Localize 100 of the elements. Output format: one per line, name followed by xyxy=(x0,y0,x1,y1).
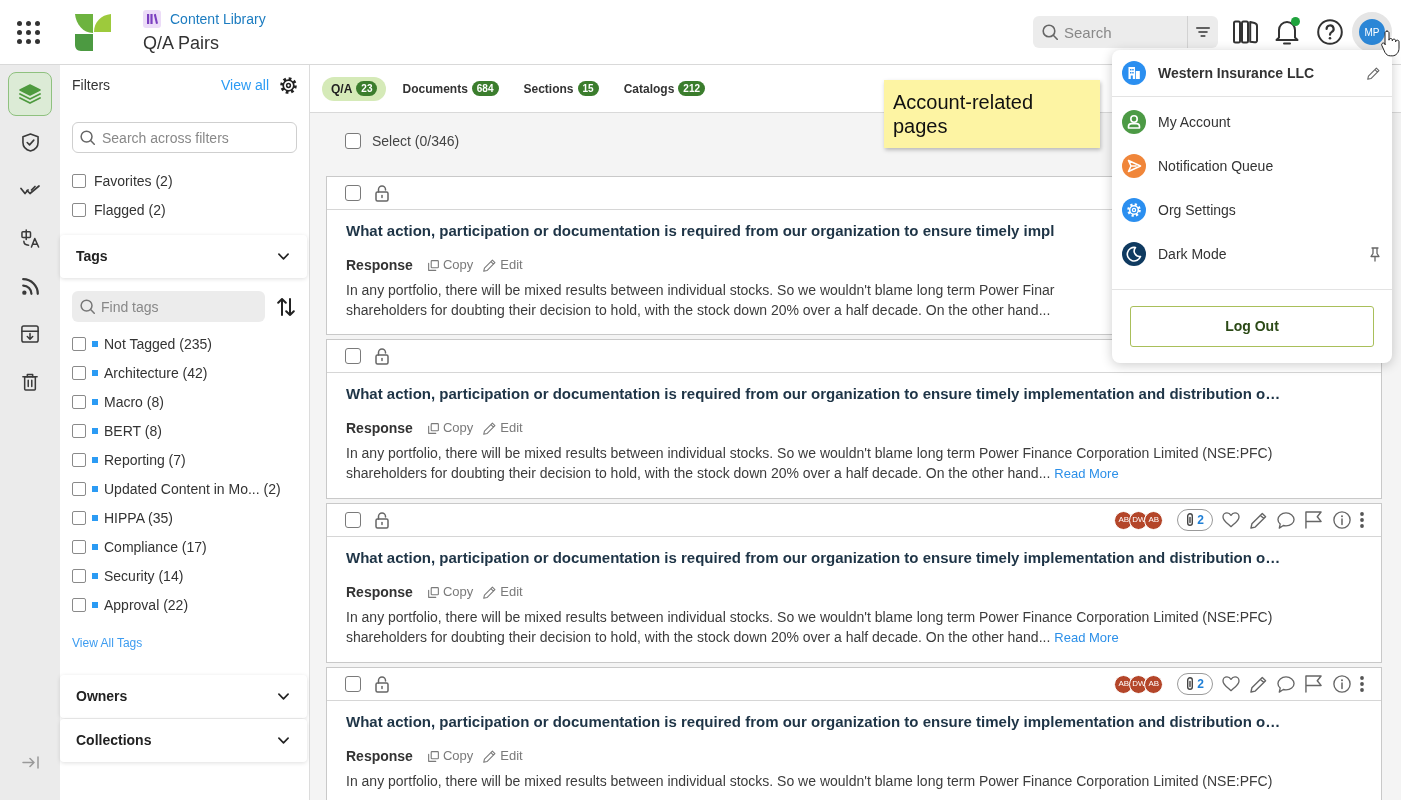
user-avatar: AB xyxy=(1144,674,1164,694)
grid-menu-icon[interactable] xyxy=(17,20,40,44)
checkbox[interactable] xyxy=(72,598,86,612)
pencil-icon xyxy=(483,585,497,599)
lock-icon[interactable] xyxy=(375,675,389,693)
accordion-header[interactable]: Owners xyxy=(60,675,307,718)
edit-button[interactable]: Edit xyxy=(483,255,523,275)
copy-icon xyxy=(427,259,439,271)
sticky-note: Account-related pages xyxy=(884,80,1100,148)
checkbox[interactable] xyxy=(72,203,86,217)
checkbox[interactable] xyxy=(72,366,86,380)
heart-icon[interactable] xyxy=(1222,512,1240,528)
trash-icon xyxy=(22,373,38,391)
lock-icon[interactable] xyxy=(375,184,389,202)
checkbox[interactable] xyxy=(345,133,361,149)
checkbox[interactable] xyxy=(345,348,361,364)
pencil-icon[interactable] xyxy=(1250,675,1267,693)
checkbox[interactable] xyxy=(72,569,86,583)
comment-icon[interactable] xyxy=(1277,511,1295,529)
checkbox[interactable] xyxy=(72,540,86,554)
archive-icon xyxy=(21,325,39,343)
shield-check-icon xyxy=(21,132,39,152)
filter-button[interactable] xyxy=(1187,16,1218,48)
checkbox[interactable] xyxy=(72,174,86,188)
heart-icon[interactable] xyxy=(1222,676,1240,692)
flag-icon[interactable] xyxy=(1305,675,1322,693)
response-label: Response xyxy=(346,418,413,438)
menu-item[interactable]: Dark Mode xyxy=(1112,232,1370,276)
view-all-tags-link[interactable]: View All Tags xyxy=(72,635,143,651)
lock-icon[interactable] xyxy=(375,511,389,529)
info-icon[interactable] xyxy=(1333,511,1351,529)
tab[interactable]: Documents 684 xyxy=(393,76,508,101)
pin-icon[interactable] xyxy=(1370,246,1380,262)
flag-icon[interactable] xyxy=(1305,511,1322,529)
question-title: What action, participation or documentation is required from our organization to ensure timely implementation and distribution o… xyxy=(346,548,1282,568)
count-badge: 15 xyxy=(577,81,599,96)
pencil-icon[interactable] xyxy=(1367,66,1380,80)
accordion-header[interactable]: Tags xyxy=(60,235,307,278)
copy-button[interactable]: Copy xyxy=(427,582,474,602)
user-avatar: DW xyxy=(1129,510,1149,530)
lock-icon[interactable] xyxy=(375,347,389,365)
tag-swatch-icon xyxy=(92,457,98,463)
logout-button[interactable]: Log Out xyxy=(1130,306,1374,347)
settings-icon[interactable] xyxy=(280,76,297,94)
tag-label: HIPPA (35) xyxy=(104,508,173,528)
checkbox[interactable] xyxy=(72,511,86,525)
info-icon[interactable] xyxy=(1333,675,1351,693)
copy-button[interactable]: Copy xyxy=(427,746,474,766)
user-avatar: DW xyxy=(1129,674,1149,694)
search-field[interactable]: Search xyxy=(1033,16,1187,48)
pencil-icon xyxy=(483,421,497,435)
search-icon xyxy=(1042,24,1058,40)
panel-title: Filters xyxy=(72,75,111,95)
read-more-link[interactable]: Read More xyxy=(1054,630,1119,645)
filter-icon xyxy=(1196,27,1210,37)
count-badge: 23 xyxy=(356,81,378,96)
breadcrumb-link[interactable]: Content Library xyxy=(170,10,266,28)
help-icon[interactable] xyxy=(1317,19,1343,45)
edit-button[interactable]: Edit xyxy=(483,418,523,438)
accordion-header[interactable]: Collections xyxy=(60,719,307,762)
search-field[interactable]: Find tags xyxy=(72,291,265,322)
bell-icon[interactable] xyxy=(1275,19,1299,45)
tag-label: Not Tagged (235) xyxy=(104,334,212,354)
checkbox[interactable] xyxy=(345,676,361,692)
tag-swatch-icon xyxy=(92,486,98,492)
tag-swatch-icon xyxy=(92,544,98,550)
checkbox[interactable] xyxy=(345,512,361,528)
person-icon xyxy=(1122,110,1146,134)
menu-item[interactable]: Notification Queue xyxy=(1112,144,1380,188)
checkbox[interactable] xyxy=(345,185,361,201)
checkbox[interactable] xyxy=(72,395,86,409)
more-vertical-icon[interactable] xyxy=(1360,676,1364,692)
tag-swatch-icon xyxy=(92,515,98,521)
menu-item[interactable]: Org Settings xyxy=(1112,188,1380,232)
copy-button[interactable]: Copy xyxy=(427,418,474,438)
paperclip-icon xyxy=(1186,677,1195,691)
checkbox[interactable] xyxy=(72,453,86,467)
search-field[interactable]: Search across filters xyxy=(72,122,297,153)
books-icon[interactable] xyxy=(1233,20,1258,44)
tab[interactable]: Sections 15 xyxy=(514,76,608,101)
response-label: Response xyxy=(346,255,413,275)
page-title: Q/A Pairs xyxy=(143,32,221,54)
checkbox[interactable] xyxy=(72,337,86,351)
more-vertical-icon[interactable] xyxy=(1360,512,1364,528)
edit-button[interactable]: Edit xyxy=(483,582,523,602)
chevron-down-icon xyxy=(278,737,289,744)
view-all-link[interactable]: View all xyxy=(221,74,269,96)
copy-button[interactable]: Copy xyxy=(427,255,474,275)
tab[interactable]: Catalogs 212 xyxy=(614,76,714,101)
answer-text: In any portfolio, there will be mixed results between individual stocks. So we wouldn't blame long term Power Finar shareholders for doubting their decision to hold, with the stock down 20% over a half decade. On the other hand... xyxy=(346,281,1056,320)
tab[interactable]: Q/A 23 xyxy=(322,76,387,101)
comment-icon[interactable] xyxy=(1277,675,1295,693)
pencil-icon[interactable] xyxy=(1250,511,1267,529)
menu-item[interactable]: My Account xyxy=(1112,100,1380,144)
checkbox[interactable] xyxy=(72,482,86,496)
read-more-link[interactable]: Read More xyxy=(1054,466,1119,481)
sort-icon[interactable] xyxy=(277,297,295,316)
checkbox[interactable] xyxy=(72,424,86,438)
leaf-logo-icon[interactable] xyxy=(75,13,111,51)
edit-button[interactable]: Edit xyxy=(483,746,523,766)
